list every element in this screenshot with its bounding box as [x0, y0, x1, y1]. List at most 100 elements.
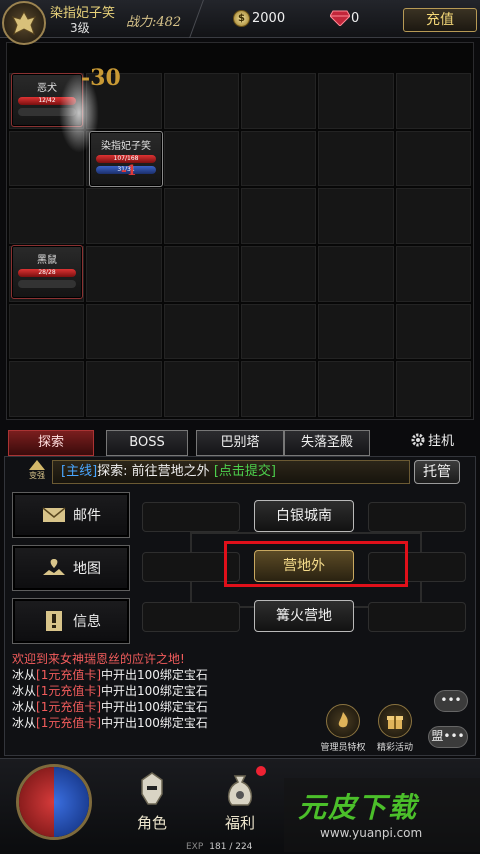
events-label: 精彩活动 [376, 743, 413, 753]
hp-orb-half [19, 767, 54, 837]
grid-cell[interactable] [86, 188, 162, 244]
empty-map-slot [368, 502, 466, 532]
divider [189, 0, 225, 38]
quest-submit-link[interactable]: [点击提交] [214, 464, 276, 479]
grid-cell[interactable] [241, 303, 317, 360]
grid-cell[interactable] [395, 303, 471, 360]
grid-cell[interactable] [318, 73, 394, 129]
grid-cell[interactable] [395, 361, 471, 417]
grid-cell[interactable] [9, 303, 85, 360]
helmet-icon [141, 772, 163, 805]
grid-cell[interactable] [318, 188, 394, 244]
watermark-brand: 元皮下载 [298, 791, 419, 824]
grid-cell[interactable] [241, 361, 317, 417]
chat-welcome: 欢迎到来女神瑞恩丝的应许之地! [12, 652, 185, 666]
idle-label: 挂机 [428, 434, 455, 449]
map-icon [43, 559, 65, 575]
empty-map-slot [142, 502, 240, 532]
grid-cell[interactable] [318, 130, 394, 187]
damage-number: -30 [81, 65, 121, 91]
grid-cell[interactable] [9, 361, 85, 417]
admin-privilege-button[interactable]: 管理员特权 [314, 704, 372, 753]
map-node-silver-city-south[interactable]: 白银城南 [254, 500, 354, 532]
nav-welfare[interactable]: 福利 [212, 770, 268, 833]
gift-icon [378, 704, 412, 738]
info-icon [46, 611, 62, 631]
grid-cell[interactable] [241, 246, 317, 302]
chat-message: 冰从[1元充值卡]中开出100绑定宝石 [12, 668, 208, 682]
more-options-button[interactable]: ••• [434, 690, 468, 712]
warrior-emblem-icon [12, 10, 36, 35]
nav-role[interactable]: 角色 [124, 770, 180, 833]
nav-role-label: 角色 [136, 814, 167, 832]
chat-log[interactable]: 欢迎到来女神瑞恩丝的应许之地! 冰从[1元充值卡]中开出100绑定宝石 冰从[1… [12, 651, 312, 731]
info-button[interactable]: 信息 [12, 598, 130, 644]
grid-cell[interactable] [241, 73, 317, 129]
idle-button[interactable]: 挂机 [410, 430, 454, 449]
nav-welfare-label: 福利 [224, 814, 255, 832]
map-path [190, 532, 422, 534]
grid-cell[interactable] [86, 303, 162, 360]
highlight-annotation [224, 541, 408, 587]
grid-cell[interactable] [241, 130, 317, 187]
player-avatar[interactable] [2, 1, 46, 45]
battle-field: 恶犬 12/42 -30 染指妃子笑 107/168 31/31 -1 黑鼠 2… [6, 42, 474, 420]
grid-cell[interactable] [9, 188, 85, 244]
chat-message: 冰从[1元充值卡]中开出100绑定宝石 [12, 700, 208, 714]
admin-privilege-label: 管理员特权 [320, 743, 366, 753]
flame-icon [326, 704, 360, 738]
grid-cell[interactable] [395, 130, 471, 187]
unit-name: 染指妃子笑 [101, 141, 151, 152]
grid-cell[interactable] [163, 130, 239, 187]
auto-play-button[interactable]: 托管 [414, 460, 460, 484]
grid-cell[interactable] [163, 303, 239, 360]
mail-label: 邮件 [73, 508, 101, 524]
enemy-unit-rat[interactable]: 黑鼠 28/28 [11, 245, 83, 299]
gem-icon [330, 10, 350, 26]
grid-cell[interactable] [86, 361, 162, 417]
watermark-url: www.yuanpi.com [320, 826, 423, 840]
tab-explore[interactable]: 探索 [8, 430, 94, 456]
notification-dot [256, 766, 266, 776]
unit-hp-bar: 28/28 [18, 269, 76, 277]
damage-number: -1 [121, 163, 137, 179]
events-button[interactable]: 精彩活动 [366, 704, 424, 753]
tab-babel-tower[interactable]: 巴别塔 [196, 430, 284, 456]
gold-coin-icon: $ [233, 10, 250, 27]
grid-cell[interactable] [163, 361, 239, 417]
grid-cell[interactable] [318, 361, 394, 417]
power-up-label: 变强 [29, 471, 45, 480]
tab-boss[interactable]: BOSS [106, 430, 188, 456]
grid-cell[interactable] [241, 188, 317, 244]
tab-lost-sanctum[interactable]: 失落圣殿 [284, 430, 370, 456]
grid-cell[interactable] [86, 246, 162, 302]
grid-cell[interactable] [318, 246, 394, 302]
recharge-button[interactable]: 充值 [403, 8, 477, 32]
exp-readout: EXP 181 / 224 [186, 842, 253, 852]
map-button[interactable]: 地图 [12, 545, 130, 591]
grid-cell[interactable] [163, 73, 239, 129]
grid-cell[interactable] [163, 246, 239, 302]
grid-cell[interactable] [318, 303, 394, 360]
gear-icon [411, 433, 425, 447]
chat-message: 冰从[1元充值卡]中开出100绑定宝石 [12, 716, 208, 730]
quest-tracker[interactable]: [主线]探索: 前往营地之外 [点击提交] [52, 460, 410, 484]
grid-cell[interactable] [163, 188, 239, 244]
chat-message: 冰从[1元充值卡]中开出100绑定宝石 [12, 684, 208, 698]
combat-power: 战力:482 [126, 15, 182, 30]
unit-name: 黑鼠 [37, 255, 57, 266]
power-up-button[interactable]: 变强 [22, 460, 52, 486]
map-node-bonfire-camp[interactable]: 篝火营地 [254, 600, 354, 632]
hp-mp-orb [16, 764, 92, 840]
map-label: 地图 [73, 561, 101, 577]
unit-mp-bar [18, 280, 76, 288]
gem-amount: 0 [351, 11, 360, 26]
grid-cell[interactable] [395, 246, 471, 302]
grid-cell[interactable] [395, 188, 471, 244]
up-arrow-icon [29, 460, 45, 470]
mail-icon [42, 507, 66, 522]
mail-button[interactable]: 邮件 [12, 492, 130, 538]
grid-cell[interactable] [395, 73, 471, 129]
guild-chat-button[interactable]: 盟••• [428, 726, 468, 748]
quest-text: 探索: 前往营地之外 [97, 464, 210, 479]
